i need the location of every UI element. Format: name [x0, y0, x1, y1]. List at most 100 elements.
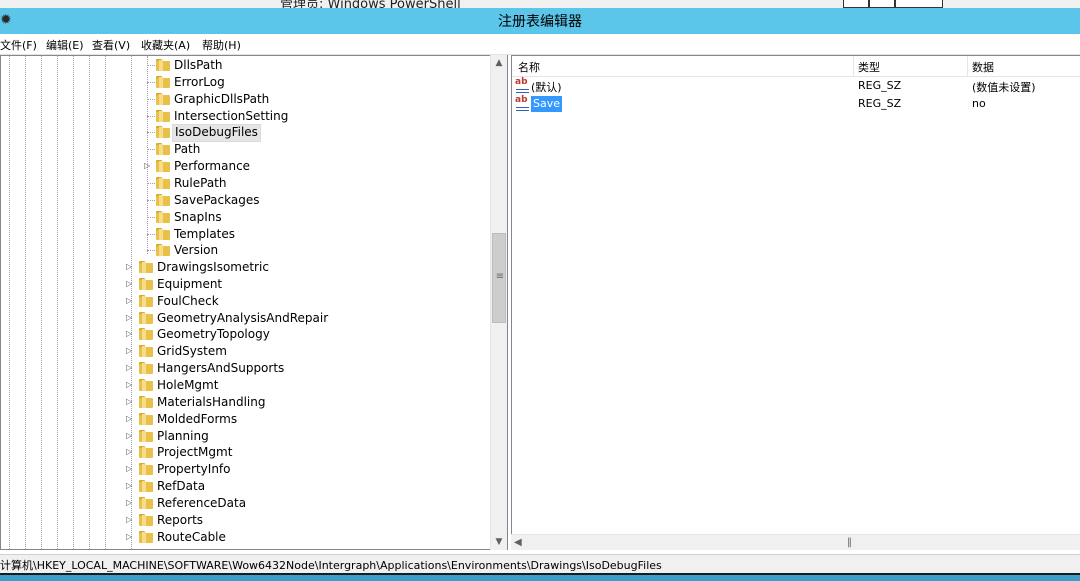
expand-arrow-icon[interactable]: ▷ — [126, 397, 134, 407]
tree-item[interactable]: ▷ Reports — [1, 512, 489, 529]
values-list[interactable]: 名称 类型 数据 ab (默认) REG_SZ (数值未设置) ab Save REG_SZ… — [511, 55, 1080, 550]
tree-item[interactable]: ▷ HoleMgmt — [1, 377, 489, 394]
tree-item[interactable]: ▷ DrawingsIsometric — [1, 259, 489, 276]
tree-subitem[interactable]: GraphicDllsPath — [1, 91, 489, 108]
expand-arrow-icon[interactable]: ▷ — [126, 414, 134, 424]
tree-vertical-scrollbar[interactable]: ▲ ≡ ▼ — [490, 55, 507, 550]
expand-arrow-icon[interactable]: ▷ — [126, 532, 134, 542]
tree-item-label[interactable]: HoleMgmt — [155, 377, 220, 393]
tree-item-label[interactable]: Equipment — [155, 276, 224, 292]
tree-item-label[interactable]: ProjectMgmt — [155, 444, 234, 460]
menu-view[interactable]: 查看(V) — [92, 37, 130, 53]
tree-item-label[interactable]: HangersAndSupports — [155, 360, 286, 376]
tree-subitem[interactable]: SnapIns — [1, 209, 489, 226]
title-bar[interactable]: ✹ 注册表编辑器 — [0, 8, 1080, 34]
tree-item-label[interactable]: PropertyInfo — [155, 461, 233, 477]
expand-arrow-icon[interactable]: ▷ — [126, 279, 134, 289]
tree-subitem[interactable]: IntersectionSetting — [1, 108, 489, 125]
menu-help[interactable]: 帮助(H) — [202, 37, 241, 53]
expand-arrow-icon[interactable]: ▷ — [126, 313, 134, 323]
column-divider[interactable] — [853, 56, 854, 76]
background-maximize-button[interactable] — [869, 0, 895, 8]
expand-arrow-icon[interactable]: ▷ — [126, 296, 134, 306]
tree-item-label[interactable]: DllsPath — [172, 57, 225, 73]
tree-item-label[interactable]: MoldedForms — [155, 411, 239, 427]
tree-item[interactable]: ▷ MaterialsHandling — [1, 394, 489, 411]
menu-favorites[interactable]: 收藏夹(A) — [141, 37, 190, 53]
tree-subitem[interactable]: SavePackages — [1, 192, 489, 209]
tree-item[interactable]: ▷ GeometryAnalysisAndRepair — [1, 310, 489, 327]
tree-subitem[interactable]: ErrorLog — [1, 74, 489, 91]
tree-item[interactable]: ▷ RefData — [1, 478, 489, 495]
tree-item-label[interactable]: DrawingsIsometric — [155, 259, 271, 275]
list-row[interactable]: ab Save REG_SZ no — [512, 95, 1080, 113]
expand-arrow-icon[interactable]: ▷ — [126, 481, 134, 491]
value-name[interactable]: Save — [531, 96, 563, 112]
scroll-down-arrow-icon[interactable]: ▼ — [491, 534, 507, 550]
menu-edit[interactable]: 编辑(E) — [46, 37, 84, 53]
tree-item-label[interactable]: GraphicDllsPath — [172, 91, 271, 107]
registry-tree[interactable]: DllsPath ErrorLog GraphicDllsPath Intersect… — [0, 55, 508, 550]
scroll-thumb[interactable]: ≡ — [492, 233, 506, 323]
expand-arrow-icon[interactable]: ▷ — [126, 464, 134, 474]
tree-item[interactable]: ▷ ProjectMgmt — [1, 444, 489, 461]
expand-arrow-icon[interactable]: ▷ — [126, 346, 134, 356]
tree-item-label[interactable]: IntersectionSetting — [172, 108, 290, 124]
tree-item-label[interactable]: FoulCheck — [155, 293, 221, 309]
expand-arrow-icon[interactable]: ▷ — [126, 329, 134, 339]
tree-item[interactable]: ▷ HangersAndSupports — [1, 360, 489, 377]
tree-item-label[interactable]: IsoDebugFiles — [172, 124, 261, 143]
tree-subitem[interactable]: Version — [1, 242, 489, 259]
tree-item[interactable]: ▷ Planning — [1, 428, 489, 445]
tree-item[interactable]: ▷ GridSystem — [1, 343, 489, 360]
tree-item-label[interactable]: RouteCable — [155, 529, 228, 545]
tree-item-label[interactable]: Path — [172, 141, 202, 157]
tree-item-label[interactable]: GeometryAnalysisAndRepair — [155, 310, 330, 326]
tree-item-label[interactable]: Performance — [172, 158, 252, 174]
tree-subitem[interactable]: IsoDebugFiles — [1, 124, 489, 143]
scroll-left-arrow-icon[interactable]: ◀ — [514, 535, 522, 550]
list-horizontal-scrollbar[interactable]: ◀ ‖ — [511, 534, 1080, 550]
tree-item[interactable]: ▷ PropertyInfo — [1, 461, 489, 478]
tree-item-label[interactable]: RefData — [155, 478, 207, 494]
tree-item-label[interactable]: Templates — [172, 226, 237, 242]
background-close-button[interactable] — [895, 0, 943, 8]
tree-item-label[interactable]: GeometryTopology — [155, 326, 272, 342]
tree-item-label[interactable]: SavePackages — [172, 192, 261, 208]
tree-subitem[interactable]: ▷ Performance — [1, 158, 489, 175]
expand-arrow-icon[interactable]: ▷ — [144, 161, 152, 171]
value-name[interactable]: (默认) — [531, 79, 562, 95]
tree-item[interactable]: ▷ GeometryTopology — [1, 326, 489, 343]
tree-subitem[interactable]: Templates — [1, 226, 489, 243]
tree-item-label[interactable]: ErrorLog — [172, 74, 227, 90]
expand-arrow-icon[interactable]: ▷ — [126, 363, 134, 373]
background-minimize-button[interactable] — [843, 0, 869, 8]
tree-item-label[interactable]: RulePath — [172, 175, 228, 191]
tree-subitem[interactable]: DllsPath — [1, 57, 489, 74]
list-row[interactable]: ab (默认) REG_SZ (数值未设置) — [512, 77, 1080, 95]
tree-subitem[interactable]: Path — [1, 141, 489, 158]
column-header-type[interactable]: 类型 — [858, 59, 880, 75]
tree-item-label[interactable]: MaterialsHandling — [155, 394, 268, 410]
scroll-up-arrow-icon[interactable]: ▲ — [491, 55, 507, 71]
expand-arrow-icon[interactable]: ▷ — [126, 515, 134, 525]
tree-subitem[interactable]: RulePath — [1, 175, 489, 192]
expand-arrow-icon[interactable]: ▷ — [126, 262, 134, 272]
tree-item[interactable]: ▷ RouteCable — [1, 529, 489, 546]
tree-item-label[interactable]: GridSystem — [155, 343, 229, 359]
column-header-name[interactable]: 名称 — [518, 59, 540, 75]
expand-arrow-icon[interactable]: ▷ — [126, 498, 134, 508]
expand-arrow-icon[interactable]: ▷ — [126, 431, 134, 441]
tree-item[interactable]: ▷ MoldedForms — [1, 411, 489, 428]
menu-file[interactable]: 文件(F) — [0, 37, 37, 53]
tree-item[interactable]: ▷ FoulCheck — [1, 293, 489, 310]
tree-item-label[interactable]: SnapIns — [172, 209, 224, 225]
tree-item[interactable]: ▷ Equipment — [1, 276, 489, 293]
expand-arrow-icon[interactable]: ▷ — [126, 380, 134, 390]
tree-item-label[interactable]: Planning — [155, 428, 211, 444]
expand-arrow-icon[interactable]: ▷ — [126, 447, 134, 457]
tree-item[interactable]: ▷ ReferenceData — [1, 495, 489, 512]
tree-item-label[interactable]: Version — [172, 242, 220, 258]
tree-item-label[interactable]: Reports — [155, 512, 205, 528]
column-divider[interactable] — [967, 56, 968, 76]
